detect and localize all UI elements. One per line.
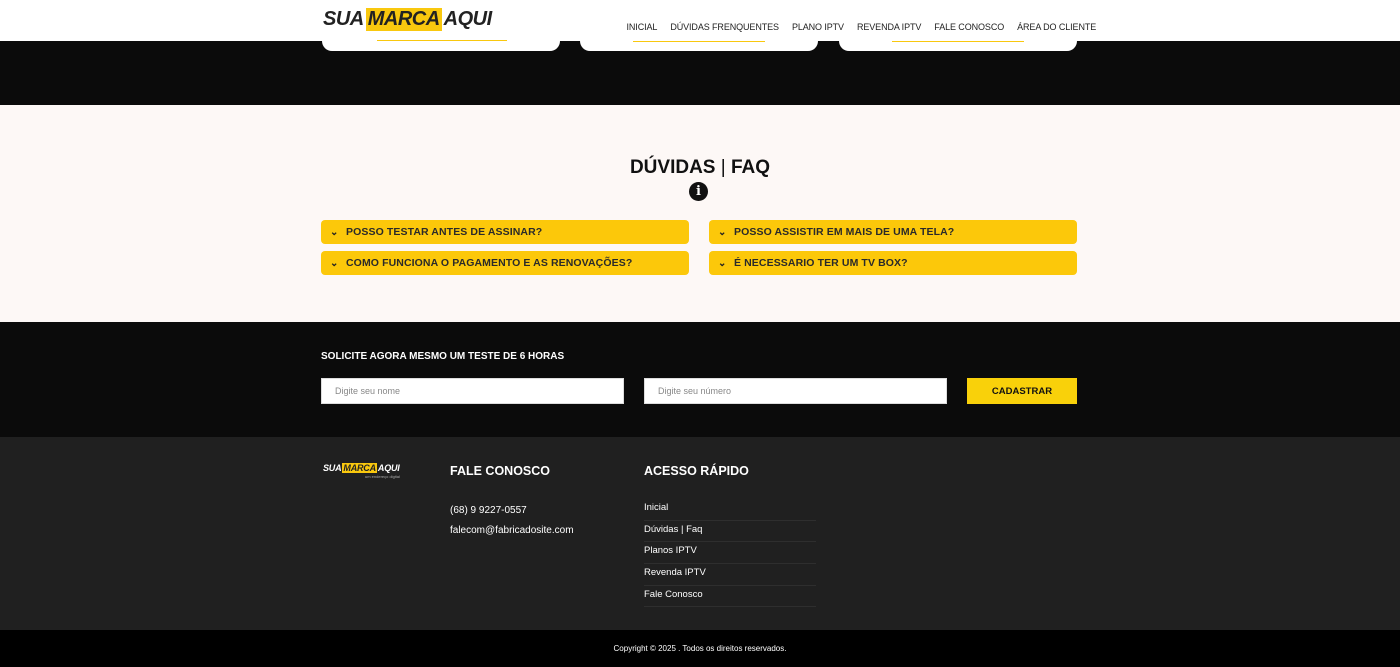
nav-accent-line-2 — [892, 41, 1024, 42]
name-input[interactable] — [321, 378, 624, 404]
quick-link-revenda[interactable]: Revenda IPTV — [644, 564, 816, 586]
chevron-down-icon: ⌄ — [330, 257, 339, 269]
quick-link-duvidas[interactable]: Dúvidas | Faq — [644, 521, 816, 543]
nav-link-inicial[interactable]: INICIAL — [620, 22, 664, 32]
faq-question: POSSO ASSISTIR EM MAIS DE UMA TELA? — [734, 226, 955, 238]
plan-card — [839, 41, 1077, 51]
faq-item[interactable]: ⌄ COMO FUNCIONA O PAGAMENTO E AS RENOVAÇ… — [321, 251, 689, 275]
quick-link-fale-conosco[interactable]: Fale Conosco — [644, 586, 816, 608]
site-footer: SUA MARCA AQUI um endereço digital FALE … — [0, 437, 1400, 630]
trial-signup-section: SOLICITE AGORA MESMO UM TESTE DE 6 HORAS… — [0, 322, 1400, 437]
nav-link-plano-iptv[interactable]: PLANO IPTV — [785, 22, 850, 32]
cadastrar-button[interactable]: CADASTRAR — [967, 378, 1077, 404]
brand-logo[interactable]: SUA MARCA AQUI — [323, 7, 492, 32]
footer-logo-part-aqui: AQUI — [377, 463, 400, 473]
phone-number-input[interactable] — [644, 378, 947, 404]
faq-question: É NECESSARIO TER UM TV BOX? — [734, 257, 908, 269]
faq-title: DÚVIDAS | FAQ — [0, 157, 1400, 179]
contact-phone[interactable]: (68) 9 9227-0557 — [450, 505, 527, 516]
logo-part-marca: MARCA — [365, 8, 442, 31]
plan-card — [580, 41, 818, 51]
faq-item[interactable]: ⌄ POSSO TESTAR ANTES DE ASSINAR? — [321, 220, 689, 244]
copyright-bar: Copyright © 2025 . Todos os direitos res… — [0, 630, 1400, 667]
plan-card — [322, 41, 560, 51]
chevron-down-icon: ⌄ — [718, 257, 727, 269]
faq-item[interactable]: ⌄ É NECESSARIO TER UM TV BOX? — [709, 251, 1077, 275]
contact-email[interactable]: falecom@fabricadosite.com — [450, 525, 574, 536]
faq-question: POSSO TESTAR ANTES DE ASSINAR? — [346, 226, 543, 238]
site-header: SUA MARCA AQUI INICIAL DÚVIDAS FRENQUENT… — [0, 0, 1400, 41]
footer-logo-part-marca: MARCA — [342, 463, 377, 473]
footer-logo-tagline: um endereço digital — [365, 474, 400, 479]
faq-section: DÚVIDAS | FAQ i ⌄ POSSO TESTAR ANTES DE … — [0, 105, 1400, 322]
footer-logo[interactable]: SUA MARCA AQUI — [323, 463, 400, 473]
quick-link-planos[interactable]: Planos IPTV — [644, 542, 816, 565]
info-icon: i — [689, 182, 708, 201]
nav-link-revenda-iptv[interactable]: REVENDA IPTV — [850, 22, 927, 32]
contact-heading: FALE CONOSCO — [450, 464, 551, 478]
footer-logo-part-sua: SUA — [323, 463, 342, 473]
signup-title: SOLICITE AGORA MESMO UM TESTE DE 6 HORAS — [321, 351, 565, 362]
faq-item[interactable]: ⌄ POSSO ASSISTIR EM MAIS DE UMA TELA? — [709, 220, 1077, 244]
faq-title-separator: | — [720, 157, 726, 178]
nav-link-fale-conosco[interactable]: FALE CONOSCO — [928, 22, 1011, 32]
quick-access-heading: ACESSO RÁPIDO — [644, 464, 749, 478]
faq-question: COMO FUNCIONA O PAGAMENTO E AS RENOVAÇÕE… — [346, 257, 633, 269]
chevron-down-icon: ⌄ — [330, 226, 339, 238]
logo-accent-line — [377, 40, 507, 41]
main-nav: INICIAL DÚVIDAS FRENQUENTES PLANO IPTV R… — [620, 22, 1103, 32]
logo-part-aqui: AQUI — [443, 8, 493, 30]
nav-accent-line-1 — [633, 41, 765, 42]
logo-part-sua: SUA — [323, 8, 364, 30]
quick-link-inicial[interactable]: Inicial — [644, 499, 816, 521]
faq-title-end: FAQ — [730, 157, 771, 178]
nav-link-duvidas[interactable]: DÚVIDAS FRENQUENTES — [664, 22, 786, 32]
chevron-down-icon: ⌄ — [718, 226, 727, 238]
faq-title-main: DÚVIDAS — [629, 157, 716, 178]
quick-links-list: Inicial Dúvidas | Faq Planos IPTV Revend… — [644, 499, 816, 608]
nav-link-area-cliente[interactable]: ÁREA DO CLIENTE — [1011, 22, 1103, 32]
